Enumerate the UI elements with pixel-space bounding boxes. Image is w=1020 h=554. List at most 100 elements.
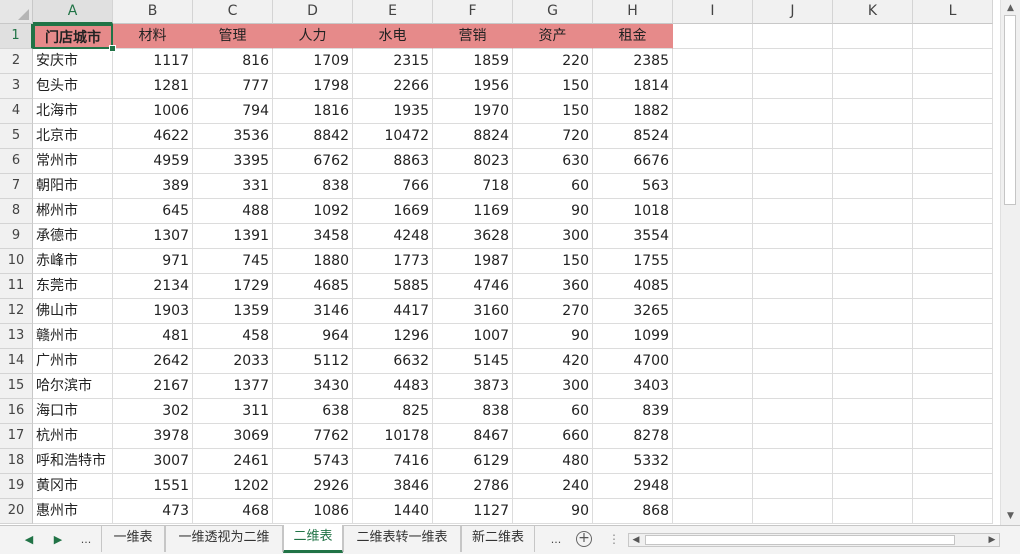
value-cell[interactable]: 1018: [593, 199, 673, 224]
header-cell[interactable]: 材料: [113, 24, 193, 49]
value-cell[interactable]: 718: [433, 174, 513, 199]
value-cell[interactable]: 240: [513, 474, 593, 499]
value-cell[interactable]: 964: [273, 324, 353, 349]
value-cell[interactable]: 2033: [193, 349, 273, 374]
cell[interactable]: [753, 324, 833, 349]
column-header-K[interactable]: K: [833, 0, 913, 24]
row-header-5[interactable]: 5: [0, 124, 33, 149]
cell[interactable]: [673, 274, 753, 299]
cell[interactable]: [913, 474, 993, 499]
value-cell[interactable]: 745: [193, 249, 273, 274]
value-cell[interactable]: 1987: [433, 249, 513, 274]
value-cell[interactable]: 220: [513, 49, 593, 74]
value-cell[interactable]: 630: [513, 149, 593, 174]
cell[interactable]: [833, 474, 913, 499]
value-cell[interactable]: 3069: [193, 424, 273, 449]
value-cell[interactable]: 838: [273, 174, 353, 199]
value-cell[interactable]: 1816: [273, 99, 353, 124]
row-header-18[interactable]: 18: [0, 449, 33, 474]
cell[interactable]: [753, 399, 833, 424]
value-cell[interactable]: 2315: [353, 49, 433, 74]
cell[interactable]: [753, 249, 833, 274]
row-header-11[interactable]: 11: [0, 274, 33, 299]
cell[interactable]: [913, 199, 993, 224]
value-cell[interactable]: 720: [513, 124, 593, 149]
cell[interactable]: [833, 374, 913, 399]
value-cell[interactable]: 3458: [273, 224, 353, 249]
cell[interactable]: [753, 424, 833, 449]
value-cell[interactable]: 60: [513, 174, 593, 199]
value-cell[interactable]: 1281: [113, 74, 193, 99]
cell[interactable]: [753, 299, 833, 324]
value-cell[interactable]: 302: [113, 399, 193, 424]
value-cell[interactable]: 1099: [593, 324, 673, 349]
city-cell[interactable]: 包头市: [33, 74, 113, 99]
value-cell[interactable]: 1551: [113, 474, 193, 499]
value-cell[interactable]: 1880: [273, 249, 353, 274]
header-cell[interactable]: 资产: [513, 24, 593, 49]
cell[interactable]: [833, 124, 913, 149]
cell[interactable]: [913, 149, 993, 174]
cell[interactable]: [833, 449, 913, 474]
value-cell[interactable]: 150: [513, 249, 593, 274]
cell[interactable]: [833, 99, 913, 124]
cell[interactable]: [753, 149, 833, 174]
value-cell[interactable]: 1359: [193, 299, 273, 324]
value-cell[interactable]: 2266: [353, 74, 433, 99]
cell[interactable]: [673, 474, 753, 499]
cell[interactable]: [833, 74, 913, 99]
cell[interactable]: [913, 74, 993, 99]
value-cell[interactable]: 311: [193, 399, 273, 424]
value-cell[interactable]: 3403: [593, 374, 673, 399]
column-header-F[interactable]: F: [433, 0, 513, 24]
row-header-7[interactable]: 7: [0, 174, 33, 199]
value-cell[interactable]: 8524: [593, 124, 673, 149]
value-cell[interactable]: 6129: [433, 449, 513, 474]
value-cell[interactable]: 8824: [433, 124, 513, 149]
cell[interactable]: [913, 274, 993, 299]
value-cell[interactable]: 3536: [193, 124, 273, 149]
value-cell[interactable]: 1814: [593, 74, 673, 99]
cell[interactable]: [833, 149, 913, 174]
city-cell[interactable]: 北京市: [33, 124, 113, 149]
sheet-nav-more-left[interactable]: ...: [76, 530, 96, 550]
value-cell[interactable]: 1440: [353, 499, 433, 524]
value-cell[interactable]: 1202: [193, 474, 273, 499]
value-cell[interactable]: 5145: [433, 349, 513, 374]
cell[interactable]: [673, 99, 753, 124]
value-cell[interactable]: 1006: [113, 99, 193, 124]
city-cell[interactable]: 常州市: [33, 149, 113, 174]
city-cell[interactable]: 呼和浩特市: [33, 449, 113, 474]
city-cell[interactable]: 安庆市: [33, 49, 113, 74]
sheet-tab[interactable]: 一维表: [101, 526, 165, 552]
row-header-19[interactable]: 19: [0, 474, 33, 499]
value-cell[interactable]: 1935: [353, 99, 433, 124]
value-cell[interactable]: 6762: [273, 149, 353, 174]
cell[interactable]: [753, 74, 833, 99]
value-cell[interactable]: 300: [513, 374, 593, 399]
value-cell[interactable]: 90: [513, 324, 593, 349]
value-cell[interactable]: 60: [513, 399, 593, 424]
value-cell[interactable]: 2926: [273, 474, 353, 499]
value-cell[interactable]: 1127: [433, 499, 513, 524]
scroll-right-icon[interactable]: ▶: [985, 534, 999, 546]
cell[interactable]: [673, 49, 753, 74]
value-cell[interactable]: 1086: [273, 499, 353, 524]
cell[interactable]: [673, 174, 753, 199]
value-cell[interactable]: 2167: [113, 374, 193, 399]
column-header-D[interactable]: D: [273, 0, 353, 24]
value-cell[interactable]: 5112: [273, 349, 353, 374]
column-header-H[interactable]: H: [593, 0, 673, 24]
cell[interactable]: [913, 24, 993, 49]
column-header-A[interactable]: A: [33, 0, 113, 24]
cell[interactable]: [673, 424, 753, 449]
row-header-20[interactable]: 20: [0, 499, 33, 524]
value-cell[interactable]: 8278: [593, 424, 673, 449]
cell[interactable]: [673, 449, 753, 474]
value-cell[interactable]: 839: [593, 399, 673, 424]
tab-splitter-handle[interactable]: ⋮: [608, 530, 620, 548]
cell[interactable]: [833, 349, 913, 374]
value-cell[interactable]: 150: [513, 74, 593, 99]
value-cell[interactable]: 777: [193, 74, 273, 99]
value-cell[interactable]: 1729: [193, 274, 273, 299]
